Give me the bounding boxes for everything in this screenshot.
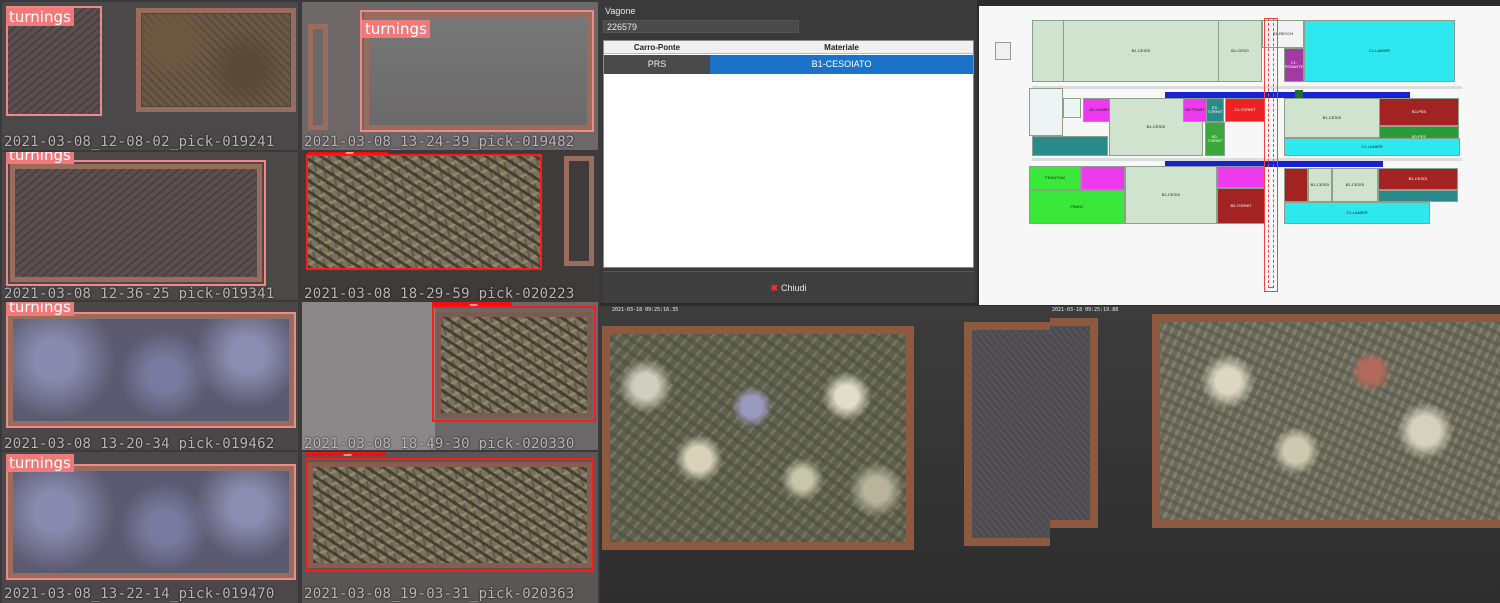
yard-bay[interactable]: [1063, 98, 1081, 118]
bounding-box: [6, 464, 296, 580]
yard-bay[interactable]: [1032, 136, 1108, 156]
image-caption: 2021-03-08_18-49-30_pick-020330: [304, 436, 575, 450]
class-label: turnings: [6, 454, 74, 472]
image-caption: 2021-03-08_18-29-59_pick-020223: [304, 286, 575, 300]
map-toggle[interactable]: [995, 42, 1011, 60]
camera-view-1[interactable]: 2021-03-18 09:25:16.35: [600, 306, 1050, 603]
yard-bay[interactable]: C1-TORNIT: [1225, 98, 1265, 122]
wagon: [142, 14, 290, 106]
class-label: train_rails: [432, 302, 512, 306]
wagon-rim: [308, 24, 328, 130]
yard-map-panel: B1-CESOI B1-CESO B1-RECCH C1-PESANTE C1-…: [977, 0, 1500, 306]
detection-cell-r3c1[interactable]: turnings 2021-03-08_13-20-34_pick-019462: [2, 302, 298, 450]
wagon-field[interactable]: 226579: [603, 20, 799, 33]
wagon-rim: [564, 156, 594, 266]
yard-bay[interactable]: FRANT: [1029, 190, 1125, 224]
detection-cell-r1c2[interactable]: turnings 2021-03-08_13-24-39_pick-019482: [302, 2, 598, 150]
yard-bay[interactable]: C1-LAMIER: [1284, 138, 1460, 156]
detection-cell-r4c1[interactable]: turnings 2021-03-08_13-22-14_pick-019470: [2, 452, 298, 603]
camera-timestamp: 2021-03-18 09:25:19.88: [1052, 307, 1119, 313]
wagon: [964, 322, 1050, 546]
yard-bay[interactable]: B1-CESOI: [1284, 98, 1380, 138]
wagon-field-label: Vagone: [605, 6, 636, 16]
detection-grid: turnings 2021-03-08_12-08-02_pick-019241…: [0, 0, 600, 603]
detection-cell-r1c1[interactable]: turnings 2021-03-08_12-08-02_pick-019241: [2, 2, 298, 150]
wagon: [1050, 318, 1098, 528]
bounding-box: [6, 160, 266, 286]
crane-track: [1268, 18, 1274, 288]
yard-map[interactable]: B1-CESOI B1-CESO B1-RECCH C1-PESANTE C1-…: [979, 6, 1500, 305]
yard-bay[interactable]: B3-TORNIT: [1217, 188, 1265, 224]
detection-cell-r2c2[interactable]: train_rails 2021-03-08_18-29-59_pick-020…: [302, 152, 598, 300]
yard-bay[interactable]: B1-CESOI: [1308, 168, 1332, 202]
image-caption: 2021-03-08_13-20-34_pick-019462: [4, 436, 275, 450]
camera-feeds: 2021-03-18 09:25:16.35 2021-03-18 09:25:…: [600, 306, 1500, 603]
material-table: Carro-Ponte Materiale PRS B1-CESOIATO: [603, 40, 974, 268]
image-caption: 2021-03-08_19-03-31_pick-020363: [304, 586, 575, 602]
close-icon: ✖: [770, 283, 779, 293]
class-label: turnings: [6, 152, 74, 164]
camera-view-2[interactable]: 2021-03-18 09:25:19.88: [1050, 306, 1500, 603]
yard-bay[interactable]: [1029, 88, 1063, 136]
cell-materiale[interactable]: B1-CESOIATO: [710, 55, 973, 74]
yard-bay[interactable]: E3-TORNIT: [1206, 98, 1224, 122]
wagon: [602, 326, 914, 550]
yard-bay[interactable]: [1217, 166, 1265, 188]
class-label: train_rails: [308, 152, 388, 154]
yard-bay[interactable]: B3-PES: [1379, 98, 1459, 126]
detection-cell-r2c1[interactable]: turnings 2021-03-08_12-36-25_pick-019341: [2, 152, 298, 300]
detection-cell-r4c2[interactable]: train_rails 2021-03-08_19-03-31_pick-020…: [302, 452, 598, 603]
yard-bay[interactable]: C1-PESANTE: [1284, 48, 1304, 82]
yard-bay[interactable]: B2-TORNIT: [1205, 122, 1225, 156]
image-caption: 2021-03-08_12-36-25_pick-019341: [4, 286, 275, 300]
wagon: [1152, 314, 1500, 528]
screen: turnings 2021-03-08_12-08-02_pick-019241…: [0, 0, 1500, 603]
class-label: turnings: [362, 20, 430, 38]
yard-bay[interactable]: C1-LAMIER: [1284, 202, 1430, 224]
yard-bay[interactable]: [1284, 168, 1308, 202]
bounding-box: [306, 154, 542, 270]
detection-cell-r3c2[interactable]: train_rails 2021-03-08_18-49-30_pick-020…: [302, 302, 598, 450]
wagon-dialog: Vagone 226579 Carro-Ponte Materiale PRS …: [600, 0, 977, 303]
class-label: turnings: [6, 8, 74, 26]
camera-timestamp: 2021-03-18 09:25:16.35: [612, 307, 679, 313]
bounding-box: [6, 312, 296, 428]
close-button-label: Chiudi: [781, 283, 807, 293]
yard-bay[interactable]: B1-CESOI: [1378, 168, 1458, 190]
image-caption: 2021-03-08_12-08-02_pick-019241: [4, 134, 275, 150]
rail-track: [1032, 86, 1462, 89]
cell-carro-ponte[interactable]: PRS: [604, 55, 710, 74]
yard-bay[interactable]: B1-CESOI: [1332, 168, 1378, 202]
column-header-carro-ponte[interactable]: Carro-Ponte: [604, 41, 710, 54]
yard-bay[interactable]: B1-CESOI: [1125, 166, 1217, 224]
class-label: train_rails: [306, 452, 386, 456]
crane-marker: [1295, 90, 1303, 98]
yard-bay[interactable]: B1-CESOI: [1063, 20, 1219, 82]
bounding-box: [306, 458, 594, 572]
bounding-box: [432, 306, 596, 422]
yard-bay[interactable]: B3-FRANT: [1183, 98, 1207, 122]
yard-bay[interactable]: FRANTUM: [1029, 166, 1081, 190]
yard-bay[interactable]: [1032, 20, 1064, 82]
class-label: turnings: [6, 302, 74, 316]
close-button[interactable]: ✖ Chiudi: [603, 271, 974, 303]
yard-bay[interactable]: C1-LAMIER: [1304, 20, 1455, 82]
yard-bay[interactable]: [1378, 190, 1458, 202]
column-header-materiale[interactable]: Materiale: [710, 41, 973, 54]
yard-bay[interactable]: B1-CESO: [1218, 20, 1262, 82]
image-caption: 2021-03-08_13-22-14_pick-019470: [4, 586, 275, 602]
image-caption: 2021-03-08_13-24-39_pick-019482: [304, 134, 575, 150]
yard-bay[interactable]: [1081, 166, 1125, 190]
